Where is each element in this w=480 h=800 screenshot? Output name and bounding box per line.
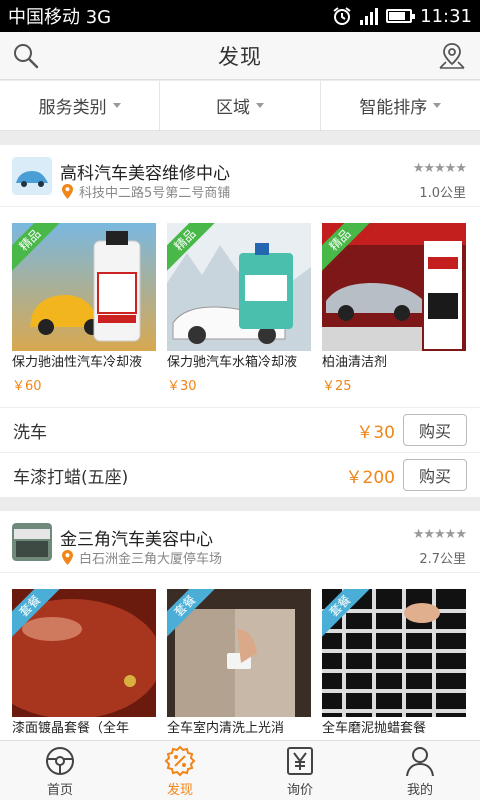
filter-bar: 服务类别 区域 智能排序: [0, 81, 480, 131]
product-card[interactable]: 精品 保力驰油性汽车冷却液 ￥60: [12, 223, 156, 407]
service-row: 洗车 ￥30 购买: [0, 407, 480, 452]
top-bar: 发现: [0, 32, 480, 80]
shop-header[interactable]: 高科汽车美容维修中心 科技中二路5号第二号商铺 ★★★★★ 1.0公里: [0, 145, 480, 207]
product-image: 精品: [12, 223, 156, 351]
bottom-tab-bar: 首页 发现 询价 我的: [0, 740, 480, 800]
shop-card[interactable]: 金三角汽车美容中心 白石洲金三角大厦停车场 ★★★★★ 2.7公里 套餐 漆面镀…: [0, 511, 480, 740]
person-icon: [406, 747, 434, 777]
location-pin-icon: [62, 184, 73, 199]
shop-card[interactable]: 高科汽车美容维修中心 科技中二路5号第二号商铺 ★★★★★ 1.0公里 精品 保…: [0, 145, 480, 497]
service-row: 车漆打蜡(五座) ￥200 购买: [0, 452, 480, 497]
shop-logo: [12, 523, 52, 561]
tab-inquiry[interactable]: 询价: [240, 741, 360, 800]
service-name: 洗车: [13, 422, 47, 443]
page-title: 发现: [218, 44, 262, 69]
product-row: 精品 保力驰油性汽车冷却液 ￥60 精品 保力驰汽车水箱冷却液 ￥30 精品 柏…: [0, 207, 480, 407]
signal-icon: [360, 7, 379, 25]
yen-icon: [287, 747, 313, 775]
location-pin-icon[interactable]: [436, 40, 468, 72]
product-image: 精品: [322, 223, 466, 351]
product-image: 套餐: [167, 589, 311, 717]
status-bar: 中国移动 3G 11:31: [0, 0, 480, 32]
product-price: ￥30: [167, 379, 197, 394]
shop-name: 金三角汽车美容中心: [60, 530, 213, 550]
discount-icon: [164, 745, 196, 777]
steering-wheel-icon: [46, 747, 74, 775]
shop-distance: 1.0公里: [419, 186, 466, 201]
rating-stars: ★★★★★: [412, 161, 467, 176]
tab-home[interactable]: 首页: [0, 741, 120, 800]
product-name: 柏油清洁剂: [322, 355, 388, 370]
product-card[interactable]: 精品 保力驰汽车水箱冷却液 ￥30: [167, 223, 311, 407]
product-card[interactable]: 套餐 漆面镀晶套餐（全年: [12, 589, 156, 740]
filter-area[interactable]: 区域: [160, 81, 321, 130]
service-name: 车漆打蜡(五座): [13, 467, 129, 488]
filter-sort[interactable]: 智能排序: [321, 81, 480, 130]
rating-stars: ★★★★★: [412, 527, 467, 542]
search-icon[interactable]: [12, 42, 40, 70]
shop-logo: [12, 157, 52, 195]
shop-name: 高科汽车美容维修中心: [60, 164, 230, 184]
product-price: ￥25: [322, 379, 352, 394]
product-name: 保力驰油性汽车冷却液: [12, 355, 143, 370]
product-name: 漆面镀晶套餐（全年: [12, 721, 130, 736]
product-card[interactable]: 套餐 全车室内清洗上光消: [167, 589, 311, 740]
product-name: 保力驰汽车水箱冷却液: [167, 355, 298, 370]
buy-button[interactable]: 购买: [403, 459, 467, 491]
service-price: ￥30: [356, 422, 395, 443]
shop-address: 科技中二路5号第二号商铺: [62, 182, 230, 201]
location-pin-icon: [62, 550, 73, 565]
product-name: 全车磨泥抛蜡套餐: [322, 721, 427, 736]
product-image: 套餐: [322, 589, 466, 717]
buy-button[interactable]: 购买: [403, 414, 467, 446]
tab-mine[interactable]: 我的: [360, 741, 480, 800]
caret-down-icon: [255, 103, 264, 108]
shop-list: 高科汽车美容维修中心 科技中二路5号第二号商铺 ★★★★★ 1.0公里 精品 保…: [0, 131, 480, 740]
alarm-icon: [333, 7, 351, 25]
product-price: ￥60: [12, 379, 42, 394]
shop-header[interactable]: 金三角汽车美容中心 白石洲金三角大厦停车场 ★★★★★ 2.7公里: [0, 511, 480, 573]
product-card[interactable]: 套餐 全车磨泥抛蜡套餐: [322, 589, 466, 740]
product-image: 精品: [167, 223, 311, 351]
shop-address: 白石洲金三角大厦停车场: [62, 548, 222, 567]
product-row: 套餐 漆面镀晶套餐（全年 套餐 全车室内清洗上光消 套餐 全车磨泥抛蜡套餐: [0, 573, 480, 740]
product-name: 全车室内清洗上光消: [167, 721, 285, 736]
filter-service-category[interactable]: 服务类别: [0, 81, 161, 130]
shop-distance: 2.7公里: [419, 552, 466, 567]
caret-down-icon: [433, 103, 442, 108]
battery-icon: [386, 9, 416, 23]
product-card[interactable]: 精品 柏油清洁剂 ￥25: [322, 223, 466, 407]
clock: 11:31: [420, 5, 472, 27]
tab-discover[interactable]: 发现: [120, 741, 240, 800]
service-price: ￥200: [345, 467, 395, 488]
carrier-label: 中国移动 3G: [8, 7, 112, 28]
product-image: 套餐: [12, 589, 156, 717]
caret-down-icon: [112, 103, 121, 108]
